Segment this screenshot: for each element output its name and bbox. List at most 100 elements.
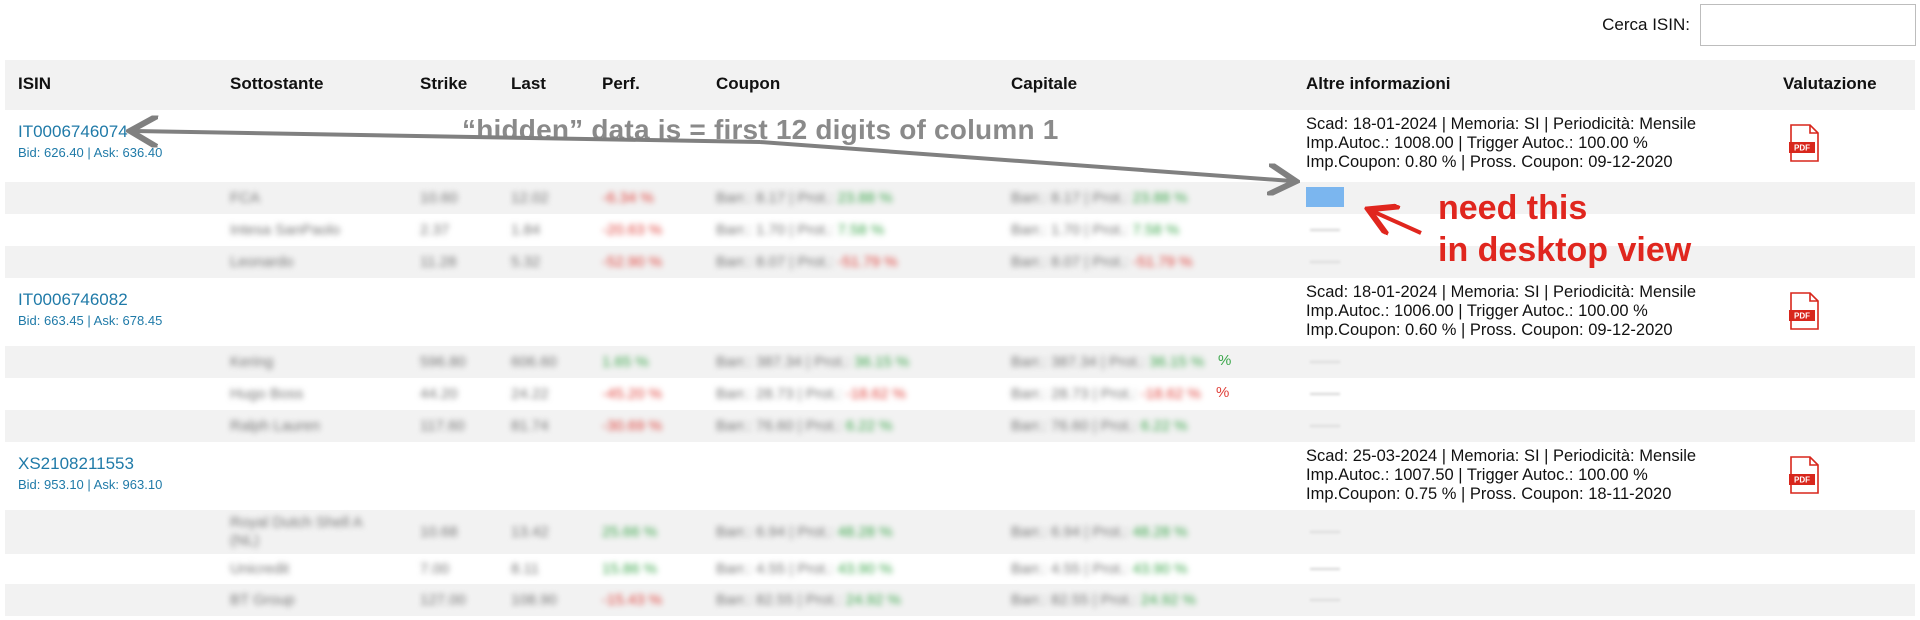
coupon-barrier: Barr.: 28.73 | Prot.: -18.62 %	[716, 385, 906, 403]
product-row: IT0006746082 Bid: 663.45 | Ask: 678.45 S…	[5, 278, 1915, 346]
capital-barrier: Barr.: 4.55 | Prot.: 43.90 %	[1011, 560, 1188, 578]
coupon-barrier: Barr.: 82.55 | Prot.: 24.92 %	[716, 591, 901, 609]
perf-value: 25.66 %	[602, 523, 658, 541]
underlying-row: Royal Dutch Shell A (NL) 10.68 13.42 25.…	[5, 510, 1915, 554]
product-info: Scad: 18-01-2024 | Memoria: SI | Periodi…	[1306, 115, 1697, 171]
perf-value: -20.63 %	[602, 221, 663, 239]
underlying-name: Royal Dutch Shell A (NL)	[230, 514, 362, 549]
last-value: 24.22	[511, 385, 549, 403]
isin-search: Cerca ISIN:	[1602, 4, 1916, 46]
last-value: 81.74	[511, 417, 549, 435]
capital-barrier: Barr.: 82.55 | Prot.: 24.92 %	[1011, 591, 1196, 609]
isin-link[interactable]: IT0006746074	[18, 122, 128, 142]
coupon-barrier: Barr.: 1.70 | Prot.: 7.58 %	[716, 221, 885, 239]
underlying-row: BT Group 127.00 108.90 -15.43 % Barr.: 8…	[5, 584, 1915, 616]
underlying-row: Ralph Lauren 117.60 81.74 -30.69 % Barr.…	[5, 410, 1915, 442]
hidden-data	[1310, 360, 1340, 364]
hidden-data-highlight	[1306, 187, 1344, 207]
perf-value: -30.69 %	[602, 417, 663, 435]
col-isin: ISIN	[18, 74, 52, 93]
capital-barrier: Barr.: 6.94 | Prot.: 48.28 %	[1011, 523, 1188, 541]
table-header: ISIN Sottostante Strike Last Perf. Coupo…	[5, 60, 1915, 110]
underlying-name: Unicredit	[230, 560, 290, 578]
bid-ask: Bid: 626.40 | Ask: 636.40	[18, 145, 163, 160]
strike-value: 11.28	[420, 253, 457, 271]
pdf-icon[interactable]: PDF	[1789, 124, 1819, 162]
strike-value: 2.37	[420, 221, 450, 239]
last-value: 606.60	[511, 353, 557, 371]
strike-value: 10.60	[420, 189, 458, 207]
coupon-barrier: Barr.: 76.60 | Prot.: 6.22 %	[716, 417, 893, 435]
search-input[interactable]	[1700, 4, 1916, 46]
last-value: 13.42	[511, 523, 549, 541]
capital-barrier: Barr.: 8.17 | Prot.: 23.88 %	[1011, 189, 1188, 207]
svg-text:PDF: PDF	[1794, 476, 1810, 485]
capital-barrier: Barr.: 28.73 | Prot.: -18.62 %	[1011, 385, 1201, 403]
last-value: 8.11	[511, 560, 540, 578]
hidden-data	[1310, 598, 1340, 602]
last-value: 1.84	[511, 221, 541, 239]
capital-barrier: Barr.: 76.60 | Prot.: 6.22 %	[1011, 417, 1188, 435]
coupon-barrier: Barr.: 4.55 | Prot.: 43.90 %	[716, 560, 893, 578]
underlying-row: Kering 596.80 606.60 1.65 % Barr.: 387.3…	[5, 346, 1915, 378]
product-info: Scad: 25-03-2024 | Memoria: SI | Periodi…	[1306, 447, 1697, 503]
underlying-name: Intesa SanPaolo	[230, 221, 341, 239]
hidden-data	[1310, 424, 1340, 428]
col-capitale: Capitale	[1011, 74, 1078, 93]
perf-value: 15.86 %	[602, 560, 658, 578]
strike-value: 7.00	[420, 560, 450, 578]
strike-value: 596.80	[420, 353, 466, 371]
underlying-name: Hugo Boss	[230, 385, 304, 403]
hidden-data	[1310, 228, 1340, 232]
coupon-barrier: Barr.: 8.07 | Prot.: -51.79 %	[716, 253, 898, 271]
svg-text:PDF: PDF	[1794, 144, 1810, 153]
underlying-name: FCA	[230, 189, 260, 207]
annotation-need-desktop: need this in desktop view	[1438, 189, 1692, 269]
pdf-icon[interactable]: PDF	[1789, 292, 1819, 330]
underlying-row: Hugo Boss 44.20 24.22 -45.20 % Barr.: 28…	[5, 378, 1915, 410]
perf-value: -52.90 %	[602, 253, 663, 271]
strike-value: 117.60	[420, 417, 465, 435]
col-strike: Strike	[420, 74, 468, 93]
percent-sign: %	[1218, 352, 1232, 369]
pdf-icon[interactable]: PDF	[1789, 456, 1819, 494]
coupon-barrier: Barr.: 6.94 | Prot.: 48.28 %	[716, 523, 893, 541]
underlying-row: Unicredit 7.00 8.11 15.86 % Barr.: 4.55 …	[5, 554, 1915, 584]
col-altre-informazioni: Altre informazioni	[1306, 74, 1451, 93]
underlying-name: Ralph Lauren	[230, 417, 321, 435]
hidden-data	[1310, 530, 1340, 534]
col-sottostante: Sottostante	[230, 74, 324, 93]
col-coupon: Coupon	[716, 74, 781, 93]
capital-barrier: Barr.: 1.70 | Prot.: 7.58 %	[1011, 221, 1180, 239]
perf-value: -6.34 %	[602, 189, 654, 207]
last-value: 12.02	[511, 189, 549, 207]
bid-ask: Bid: 663.45 | Ask: 678.45	[18, 313, 163, 328]
strike-value: 10.68	[420, 523, 458, 541]
capital-barrier: Barr.: 8.07 | Prot.: -51.79 %	[1011, 253, 1193, 271]
perf-value: -15.43 %	[602, 591, 663, 609]
percent-sign: %	[1216, 384, 1230, 401]
svg-text:PDF: PDF	[1794, 312, 1810, 321]
coupon-barrier: Barr.: 387.34 | Prot.: 36.15 %	[716, 353, 910, 371]
coupon-barrier: Barr.: 8.17 | Prot.: 23.88 %	[716, 189, 893, 207]
hidden-data	[1310, 392, 1340, 396]
strike-value: 127.00	[420, 591, 466, 609]
annotation-hidden-data: “hidden” data is = first 12 digits of co…	[462, 114, 1059, 145]
search-label: Cerca ISIN:	[1602, 15, 1690, 34]
hidden-data	[1310, 260, 1340, 264]
col-last: Last	[511, 74, 546, 93]
underlying-name: Kering	[230, 353, 274, 371]
product-info: Scad: 18-01-2024 | Memoria: SI | Periodi…	[1306, 283, 1697, 339]
strike-value: 44.20	[420, 385, 458, 403]
capital-barrier: Barr.: 387.34 | Prot.: 36.15 %	[1011, 353, 1205, 371]
isin-link[interactable]: XS2108211553	[18, 454, 134, 474]
perf-value: -45.20 %	[602, 385, 663, 403]
isin-link[interactable]: IT0006746082	[18, 290, 128, 310]
bid-ask: Bid: 953.10 | Ask: 963.10	[18, 477, 163, 492]
col-valutazione: Valutazione	[1783, 74, 1877, 93]
product-row: XS2108211553 Bid: 953.10 | Ask: 963.10 S…	[5, 442, 1915, 510]
perf-value: 1.65 %	[602, 353, 649, 371]
underlying-name: Leonardo	[230, 253, 294, 271]
underlying-name: BT Group	[230, 591, 295, 609]
hidden-data	[1310, 567, 1340, 571]
